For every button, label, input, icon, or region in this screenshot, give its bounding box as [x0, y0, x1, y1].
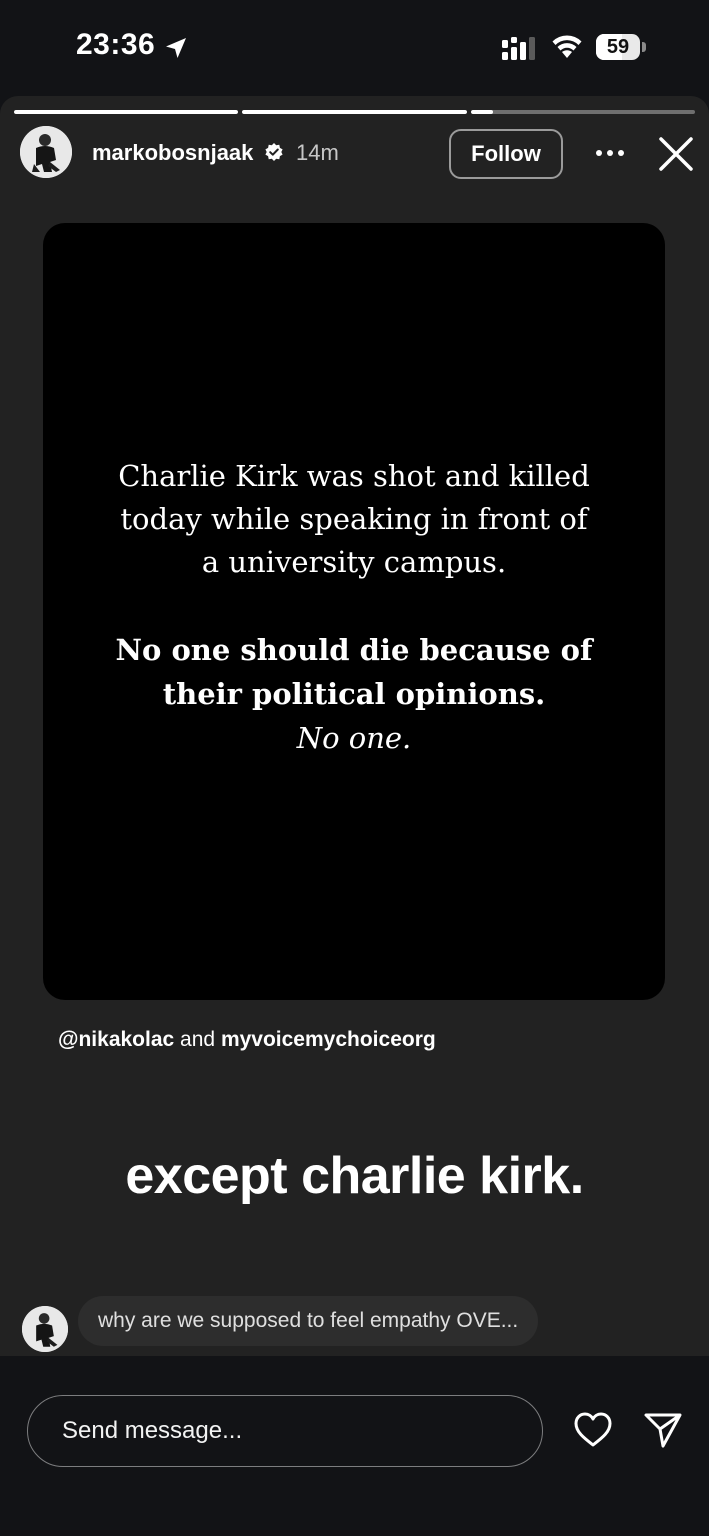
reply-avatar — [22, 1306, 68, 1352]
status-time: 23:36 — [76, 28, 156, 61]
follow-button[interactable]: Follow — [449, 129, 563, 179]
mention-connector: and — [180, 1028, 216, 1051]
username[interactable]: markobosnjaak — [92, 140, 253, 166]
send-message-input[interactable] — [27, 1395, 543, 1467]
wifi-icon — [552, 35, 582, 58]
story-progress-bar — [14, 110, 695, 114]
progress-segment — [470, 110, 695, 114]
user-avatar[interactable] — [20, 126, 72, 178]
progress-segment-fill — [14, 110, 239, 114]
story-screen: 23:36 59 markobosnjaak 14m Follow Charli… — [0, 0, 709, 1536]
battery-cap — [642, 42, 646, 52]
cellular-signal-icon — [502, 37, 535, 60]
more-options-icon[interactable] — [590, 138, 630, 168]
battery-percent: 59 — [606, 36, 630, 58]
avatar-image — [20, 126, 72, 178]
progress-segment — [14, 110, 239, 114]
post-text: Charlie Kirk was shot and killed today w… — [43, 455, 665, 760]
bottom-bar — [0, 1356, 709, 1536]
reply-preview-bubble[interactable]: why are we supposed to feel empathy OVE.… — [78, 1296, 539, 1346]
post-time-ago: 14m — [296, 140, 339, 165]
story-viewer[interactable]: markobosnjaak 14m Follow Charlie Kirk wa… — [0, 96, 709, 1356]
send-icon[interactable] — [642, 1410, 684, 1450]
battery-icon: 59 — [596, 34, 646, 62]
post-statement: Charlie Kirk was shot and killed today w… — [118, 459, 590, 579]
progress-segment-fill — [470, 110, 494, 114]
status-bar: 23:36 59 — [0, 0, 709, 96]
post-closing: No one. — [296, 721, 412, 755]
reply-avatar-image — [22, 1306, 68, 1352]
post-emphasis: No one should die because of their polit… — [115, 633, 593, 711]
location-arrow-icon — [166, 38, 186, 58]
verified-badge-icon — [265, 143, 283, 161]
post-attribution[interactable]: @nikakolac and myvoicemychoiceorg — [58, 1028, 436, 1052]
progress-segment-fill — [242, 110, 467, 114]
heart-icon[interactable] — [572, 1410, 614, 1450]
reshared-post[interactable]: Charlie Kirk was shot and killed today w… — [43, 223, 665, 1000]
close-icon[interactable] — [656, 134, 696, 174]
mention-first[interactable]: @nikakolac — [58, 1028, 174, 1051]
progress-segment — [242, 110, 467, 114]
story-header: markobosnjaak 14m Follow — [20, 126, 700, 182]
mention-second[interactable]: myvoicemychoiceorg — [221, 1028, 436, 1051]
story-caption: except charlie kirk. — [125, 1147, 584, 1205]
